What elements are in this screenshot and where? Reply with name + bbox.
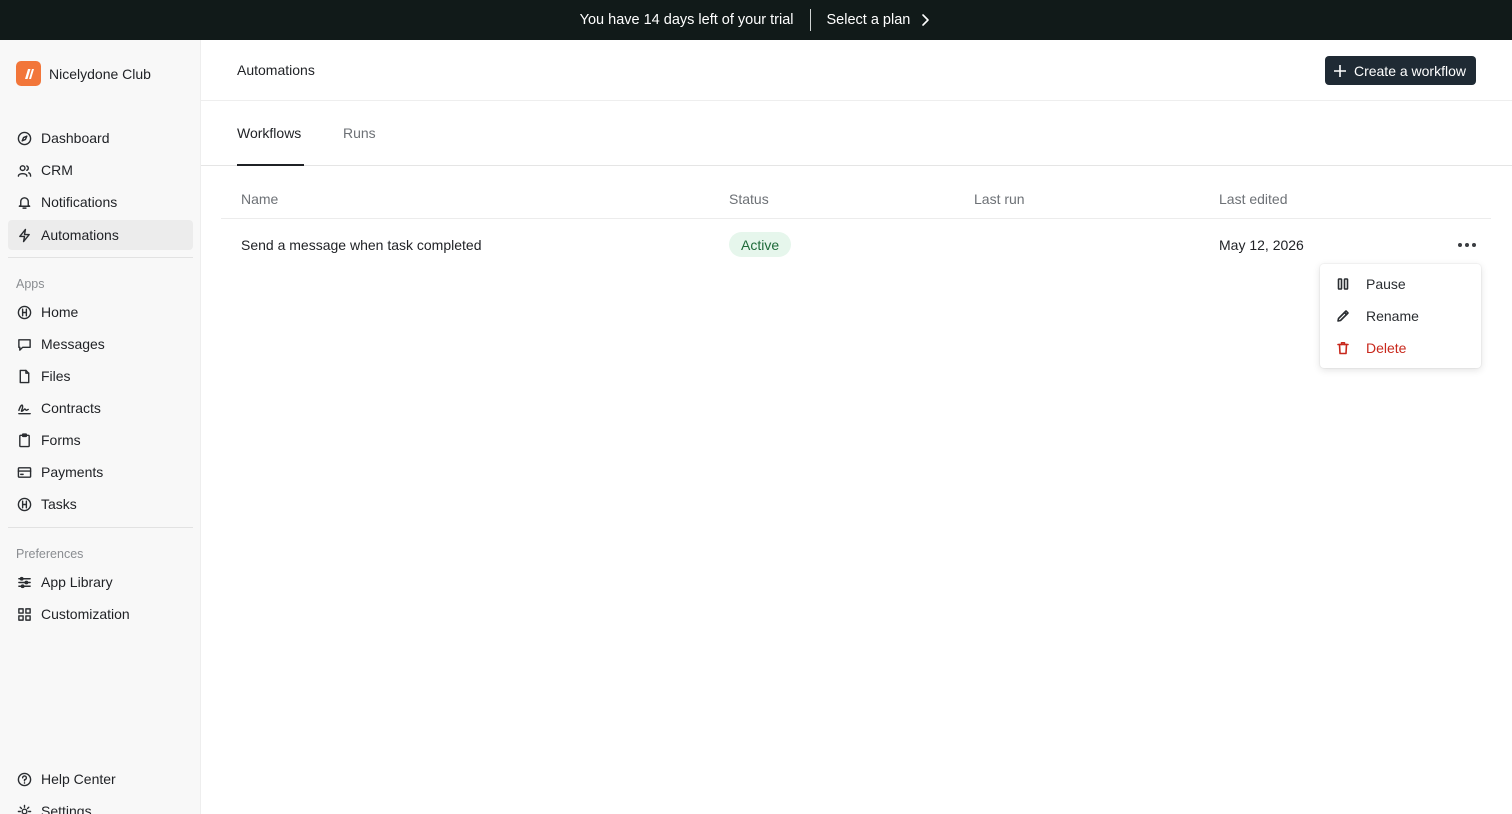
menu-item-label: Pause	[1366, 276, 1406, 292]
sidebar-item-label: Notifications	[41, 194, 118, 210]
sidebar-item-automations[interactable]: Automations	[8, 220, 193, 250]
last-edited-value: May 12, 2026	[1219, 237, 1304, 253]
pencil-icon	[1337, 310, 1349, 322]
menu-item-rename[interactable]: Rename	[1320, 300, 1481, 332]
sidebar-item-label: CRM	[41, 162, 73, 178]
banner-divider	[809, 9, 811, 31]
clipboard-icon	[16, 432, 32, 448]
sidebar-item-label: App Library	[41, 574, 113, 590]
sidebar-item-label: Settings	[41, 803, 92, 814]
credit-card-icon	[16, 464, 32, 480]
sidebar-item-crm[interactable]: CRM	[8, 155, 193, 185]
sidebar-item-messages[interactable]: Messages	[8, 329, 193, 359]
workflow-name[interactable]: Send a message when task completed	[241, 237, 481, 253]
column-header-last-run[interactable]: Last run	[974, 191, 1025, 207]
bolt-icon	[16, 227, 32, 243]
active-tab-indicator	[237, 164, 304, 166]
workspace-switcher[interactable]: Nicelydone Club	[16, 61, 151, 86]
tab-workflows[interactable]: Workflows	[237, 125, 301, 141]
sidebar-item-app-library[interactable]: App Library	[8, 567, 193, 597]
table-divider	[221, 218, 1491, 219]
sidebar-item-forms[interactable]: Forms	[8, 425, 193, 455]
menu-item-delete[interactable]: Delete	[1320, 332, 1481, 364]
sidebar-item-dashboard[interactable]: Dashboard	[8, 123, 193, 153]
preferences-section-label: Preferences	[16, 547, 84, 561]
app-circle-icon	[16, 304, 32, 320]
sidebar-item-label: Contracts	[41, 400, 101, 416]
app-circle-icon	[16, 496, 32, 512]
sidebar-item-label: Customization	[41, 606, 130, 622]
status-badge: Active	[729, 232, 792, 257]
sidebar-item-notifications[interactable]: Notifications	[8, 187, 193, 217]
help-icon	[16, 771, 32, 787]
create-workflow-button[interactable]: Create a workflow	[1324, 56, 1476, 85]
sidebar-item-help-center[interactable]: Help Center	[8, 764, 193, 794]
pause-icon	[1337, 278, 1349, 290]
tab-bar: Workflows Runs	[201, 101, 1512, 166]
chevron-right-icon	[922, 14, 930, 26]
file-icon	[16, 368, 32, 384]
column-header-last-edited[interactable]: Last edited	[1219, 191, 1288, 207]
sliders-icon	[16, 574, 32, 590]
row-actions-menu: Pause Rename Delete	[1320, 264, 1481, 368]
apps-section-label: Apps	[16, 277, 45, 291]
workspace-logo	[16, 61, 41, 86]
create-workflow-label: Create a workflow	[1353, 62, 1466, 79]
menu-item-label: Delete	[1366, 340, 1407, 356]
sidebar-item-payments[interactable]: Payments	[8, 457, 193, 487]
sidebar-item-contracts[interactable]: Contracts	[8, 393, 193, 423]
sidebar: Nicelydone Club Dashboard CRM Notificati…	[0, 40, 201, 814]
sidebar-item-files[interactable]: Files	[8, 361, 193, 391]
tab-runs[interactable]: Runs	[343, 125, 376, 141]
sidebar-item-label: Dashboard	[41, 130, 110, 146]
page-title: Automations	[237, 62, 315, 78]
sidebar-item-label: Messages	[41, 336, 105, 352]
sidebar-item-settings[interactable]: Settings	[8, 796, 193, 814]
signature-icon	[16, 400, 32, 416]
select-plan-label: Select a plan	[826, 12, 911, 28]
select-plan-link[interactable]: Select a plan	[827, 12, 933, 28]
sidebar-item-home[interactable]: Home	[8, 297, 193, 327]
sidebar-item-tasks[interactable]: Tasks	[8, 489, 193, 519]
trial-message: You have 14 days left of your trial	[579, 12, 794, 28]
sidebar-divider	[8, 257, 193, 258]
plus-icon	[1333, 64, 1346, 77]
status-label: Active	[741, 236, 780, 253]
menu-item-label: Rename	[1366, 308, 1419, 324]
sidebar-item-label: Home	[41, 304, 79, 320]
chat-icon	[16, 336, 32, 352]
sidebar-item-label: Help Center	[41, 771, 116, 787]
sidebar-item-customization[interactable]: Customization	[8, 599, 193, 629]
trash-icon	[1337, 342, 1349, 355]
users-icon	[16, 162, 32, 178]
column-header-status[interactable]: Status	[729, 191, 769, 207]
sidebar-item-label: Automations	[41, 227, 119, 243]
row-actions-button[interactable]	[1455, 233, 1479, 257]
sidebar-item-label: Tasks	[41, 496, 77, 512]
grid-icon	[16, 606, 32, 622]
compass-icon	[16, 130, 32, 146]
bell-icon	[16, 194, 32, 210]
gear-icon	[16, 803, 32, 814]
more-horizontal-icon	[1458, 243, 1476, 247]
sidebar-divider	[8, 527, 193, 528]
column-header-name[interactable]: Name	[241, 191, 278, 207]
trial-banner: You have 14 days left of your trial Sele…	[0, 0, 1512, 40]
sidebar-item-label: Payments	[41, 464, 104, 480]
workspace-name: Nicelydone Club	[49, 65, 151, 82]
menu-item-pause[interactable]: Pause	[1320, 268, 1481, 300]
sidebar-item-label: Files	[41, 368, 71, 384]
sidebar-item-label: Forms	[41, 432, 81, 448]
page-header: Automations Create a workflow	[201, 40, 1512, 101]
